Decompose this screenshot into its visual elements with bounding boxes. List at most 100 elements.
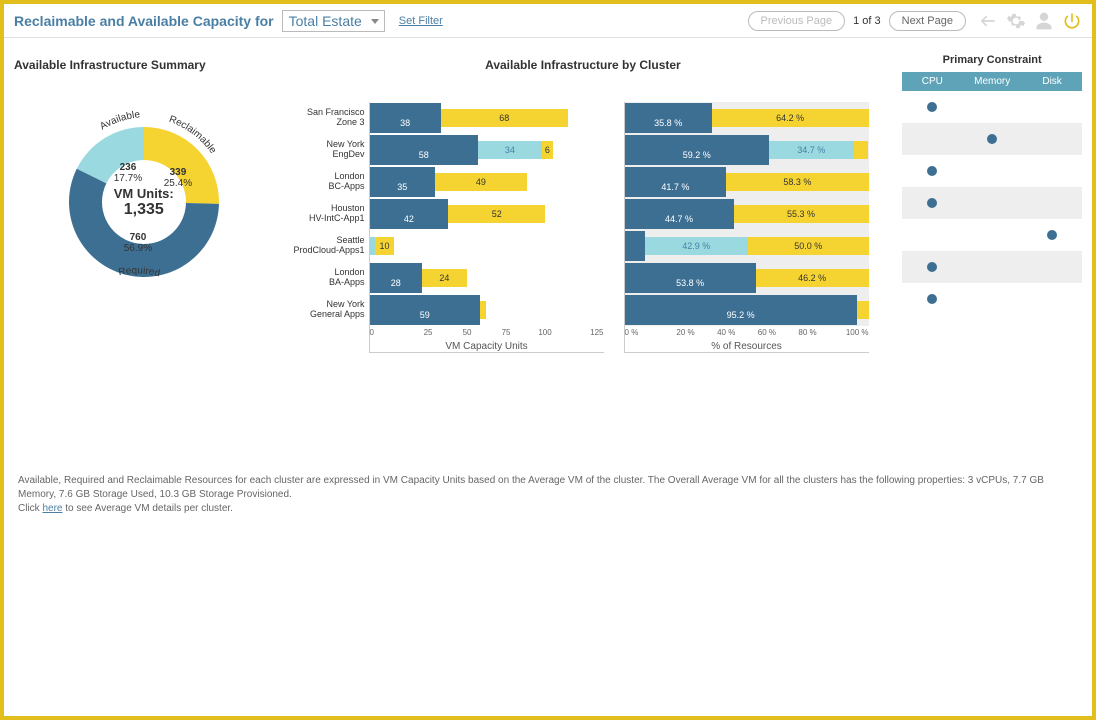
bar-segment: 35.8 % [625,103,712,133]
cluster-label: SeattleProdCloud-Apps1 [274,230,369,262]
constraint-title: Primary Constraint [902,54,1082,66]
donut-center: VM Units: 1,335 [44,102,244,302]
donut-slice-label: 76056.9% [124,232,152,254]
units-bar: 3868 [370,102,604,134]
axis-label: % of Resources [625,341,869,352]
bar-segment: 28 [370,263,422,293]
pct-bar: 35.8 %64.2 % [625,102,869,134]
pct-chart: 35.8 %64.2 %59.2 %34.7 %41.7 %58.3 %44.7… [624,102,869,353]
pct-bar: 95.2 % [625,294,869,326]
constraint-cell [902,102,962,112]
summary-title: Available Infrastructure Summary [14,58,274,72]
units-bar: 58346 [370,134,604,166]
user-icon[interactable] [1034,11,1054,31]
bar-segment [857,301,869,319]
constraint-row [902,187,1082,219]
donut-chart: Available Reclaimable Required VM Units:… [44,102,244,302]
cluster-label: New YorkEngDev [274,134,369,166]
constraint-col-memory: Memory [962,72,1022,91]
units-bar: 4252 [370,198,604,230]
bar-segment: 41.7 % [625,167,727,197]
constraint-cell [962,134,1022,144]
previous-page-button[interactable]: Previous Page [748,11,846,31]
donut-slice-label: 33925.4% [164,167,192,189]
header-bar: Reclaimable and Available Capacity for T… [4,4,1092,38]
units-bar: 59 [370,294,604,326]
constraint-header: CPU Memory Disk [902,72,1082,91]
units-chart: 38685834635494252102824590255075100125VM… [369,102,604,353]
constraint-rows [902,91,1082,315]
constraint-row [902,155,1082,187]
bar-segment: 34 [478,141,542,159]
cluster-label: LondonBA-Apps [274,262,369,294]
constraint-col-disk: Disk [1022,72,1082,91]
axis-label: VM Capacity Units [370,341,604,352]
summary-column: Available Infrastructure Summary Availab… [14,58,274,353]
footnote-line2a: Click [18,503,42,514]
bar-segment [854,141,869,159]
cluster-label: New YorkGeneral Apps [274,294,369,326]
estate-select[interactable]: Total Estate [282,13,385,29]
constraint-cell [1022,230,1082,240]
bar-segment: 46.2 % [756,269,869,287]
donut-slice-label: 23617.7% [114,162,142,184]
bar-segment: 55.3 % [734,205,869,223]
page-title: Reclaimable and Available Capacity for [14,13,274,29]
axis: 0255075100125 [370,328,604,337]
units-bar: 2824 [370,262,604,294]
cluster-column: Available Infrastructure by Cluster San … [274,58,893,353]
constraint-row [902,283,1082,315]
constraint-cell [902,262,962,272]
set-filter-link[interactable]: Set Filter [399,15,443,27]
bar-segment: 38 [370,103,441,133]
bar-segment: 35 [370,167,436,197]
bar-segment: 58.3 % [726,173,868,191]
constraint-row [902,123,1082,155]
axis: 0 %20 %40 %60 %80 %100 % [625,328,869,337]
constraint-dot [1047,230,1057,240]
constraint-dot [927,294,937,304]
chevron-down-icon [371,19,379,24]
cluster-title: Available Infrastructure by Cluster [274,58,893,72]
constraint-cell [902,166,962,176]
bar-segment: 49 [435,173,527,191]
back-arrow-icon[interactable] [978,11,998,31]
bar-segment: 52 [448,205,545,223]
main-content: Available Infrastructure Summary Availab… [4,38,1092,363]
bar-segment: 42.9 % [645,237,748,255]
footnote-line2b: to see Average VM details per cluster. [62,503,232,514]
bar-segment: 10 [375,237,394,255]
bar-segment [625,231,645,261]
pct-bar: 42.9 %50.0 % [625,230,869,262]
footnote-link[interactable]: here [42,503,62,514]
bar-segment: 34.7 % [769,141,854,159]
constraint-column: Primary Constraint CPU Memory Disk [892,58,1082,353]
bar-segment: 50.0 % [748,237,869,255]
next-page-button[interactable]: Next Page [889,11,966,31]
footnote-line1: Available, Required and Reclaimable Reso… [18,475,1044,500]
constraint-col-cpu: CPU [902,72,962,91]
units-bar: 10 [370,230,604,262]
bar-segment [480,301,486,319]
bar-segment: 59.2 % [625,135,769,165]
constraint-dot [927,102,937,112]
cluster-label: San FranciscoZone 3 [274,102,369,134]
donut-center-value: 1,335 [124,201,164,219]
constraint-row [902,91,1082,123]
page-indicator: 1 of 3 [853,15,881,27]
constraint-row [902,251,1082,283]
constraint-cell [902,294,962,304]
estate-select-value: Total Estate [282,10,385,32]
units-bar: 3549 [370,166,604,198]
cluster-row-labels: San FranciscoZone 3New YorkEngDev LondonB… [274,102,369,353]
cluster-charts: San FranciscoZone 3New YorkEngDev LondonB… [274,102,893,353]
power-icon[interactable] [1062,11,1082,31]
bar-segment: 68 [441,109,568,127]
constraint-row [902,219,1082,251]
pct-bar: 44.7 %55.3 % [625,198,869,230]
bar-segment: 24 [422,269,467,287]
bar-segment: 95.2 % [625,295,857,325]
bar-segment: 6 [542,141,553,159]
gear-icon[interactable] [1006,11,1026,31]
pct-bar: 59.2 %34.7 % [625,134,869,166]
